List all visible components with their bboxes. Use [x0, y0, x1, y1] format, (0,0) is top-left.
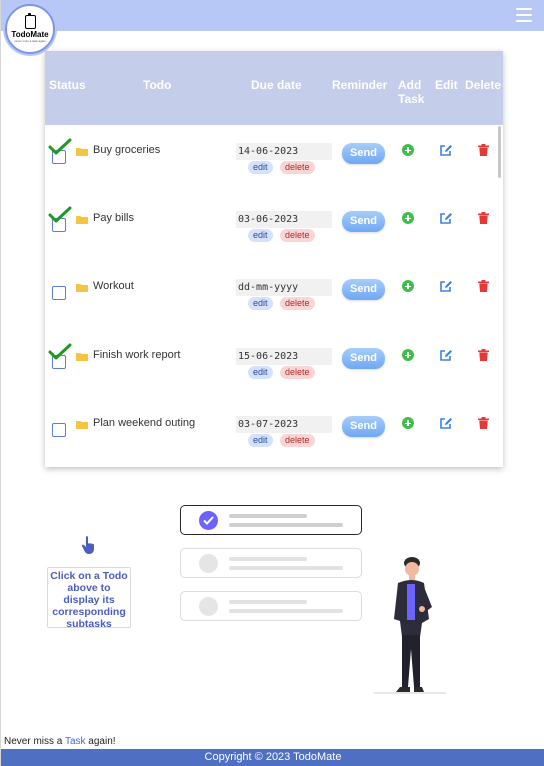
todo-title[interactable]: Buy groceries — [93, 144, 160, 156]
edit-icon[interactable] — [439, 143, 453, 157]
due-date-input[interactable]: 03-07-2023 — [236, 416, 332, 433]
date-edit-badge[interactable]: edit — [248, 434, 273, 447]
table-row: Workout dd-mm-yyyy edit delete Send — [45, 267, 497, 335]
date-edit-badge[interactable]: edit — [248, 297, 273, 310]
date-edit-badge[interactable]: edit — [248, 366, 273, 379]
send-reminder-button[interactable]: Send — [342, 416, 385, 437]
edit-icon[interactable] — [439, 279, 453, 293]
due-date-input[interactable]: 14-06-2023 — [236, 143, 332, 160]
todo-title[interactable]: Finish work report — [93, 349, 180, 361]
header-delete: Delete — [465, 78, 502, 92]
date-delete-badge[interactable]: delete — [280, 229, 315, 242]
app-logo[interactable]: TodoMate never miss a task again — [5, 4, 55, 54]
header-todo: Todo — [143, 78, 172, 92]
person-illustration — [374, 557, 446, 694]
send-reminder-button[interactable]: Send — [342, 279, 385, 300]
folder-icon — [76, 284, 88, 292]
table-row: Buy groceries 14-06-2023 edit delete Sen… — [45, 131, 497, 199]
pointing-hand-icon — [81, 536, 94, 554]
hamburger-menu-icon[interactable] — [516, 8, 532, 22]
due-date-input[interactable]: 15-06-2023 — [236, 348, 332, 365]
plus-circle-icon[interactable] — [402, 349, 414, 361]
logo-tagline: never miss a task again — [14, 39, 46, 43]
date-edit-badge[interactable]: edit — [248, 229, 273, 242]
checkmark-icon — [48, 206, 72, 223]
task-link[interactable]: Task — [65, 736, 86, 747]
subtask-hint: Click on a Todo above to display its cor… — [47, 567, 131, 630]
table-header: Status Todo Due date Reminder Add Task E… — [45, 51, 503, 125]
plus-circle-icon[interactable] — [402, 417, 414, 429]
header-edit: Edit — [435, 78, 458, 92]
trash-icon[interactable] — [478, 144, 489, 156]
status-checkbox[interactable] — [52, 286, 66, 300]
top-bar — [1, 0, 544, 31]
illustration-item — [180, 591, 362, 621]
scrollbar[interactable] — [498, 126, 501, 178]
header-due-date: Due date — [251, 78, 302, 92]
logo-name: TodoMate — [11, 30, 49, 39]
header-status: Status — [49, 78, 86, 92]
todo-title[interactable]: Pay bills — [93, 212, 134, 224]
checkmark-icon — [48, 343, 72, 360]
table-row: Finish work report 15-06-2023 edit delet… — [45, 336, 497, 404]
folder-icon — [76, 353, 88, 361]
send-reminder-button[interactable]: Send — [342, 143, 385, 164]
send-reminder-button[interactable]: Send — [342, 211, 385, 232]
edit-icon[interactable] — [439, 416, 453, 430]
todo-title[interactable]: Workout — [93, 280, 134, 292]
table-row: Pay bills 03-06-2023 edit delete Send — [45, 199, 497, 267]
date-delete-badge[interactable]: delete — [280, 434, 315, 447]
date-delete-badge[interactable]: delete — [280, 161, 315, 174]
illustration-item — [180, 548, 362, 578]
clipboard-icon — [24, 13, 36, 29]
due-date-input[interactable]: 03-06-2023 — [236, 211, 332, 228]
trash-icon[interactable] — [478, 417, 489, 429]
plus-circle-icon[interactable] — [402, 280, 414, 292]
trash-icon[interactable] — [478, 349, 489, 361]
trash-icon[interactable] — [478, 280, 489, 292]
plus-circle-icon[interactable] — [402, 144, 414, 156]
folder-icon — [76, 421, 88, 429]
header-reminder: Reminder — [332, 78, 388, 92]
status-checkbox[interactable] — [52, 423, 66, 437]
todo-table: Status Todo Due date Reminder Add Task E… — [45, 51, 503, 467]
checkmark-icon — [48, 138, 72, 155]
date-delete-badge[interactable]: delete — [280, 366, 315, 379]
due-date-input[interactable]: dd-mm-yyyy — [236, 279, 332, 296]
illustration — [136, 477, 491, 703]
edit-icon[interactable] — [439, 211, 453, 225]
todo-title[interactable]: Plan weekend outing — [93, 417, 195, 429]
trash-icon[interactable] — [478, 212, 489, 224]
tagline: Never miss a Task again! — [4, 736, 116, 747]
folder-icon — [76, 216, 88, 224]
plus-circle-icon[interactable] — [402, 212, 414, 224]
date-edit-badge[interactable]: edit — [248, 161, 273, 174]
footer-copyright: Copyright © 2023 TodoMate — [1, 749, 544, 766]
illustration-checked-item — [180, 505, 362, 535]
edit-icon[interactable] — [439, 348, 453, 362]
table-row: Plan weekend outing 03-07-2023 edit dele… — [45, 404, 497, 467]
folder-icon — [76, 148, 88, 156]
send-reminder-button[interactable]: Send — [342, 348, 385, 369]
header-add-task: Add Task — [398, 78, 425, 106]
date-delete-badge[interactable]: delete — [280, 297, 315, 310]
